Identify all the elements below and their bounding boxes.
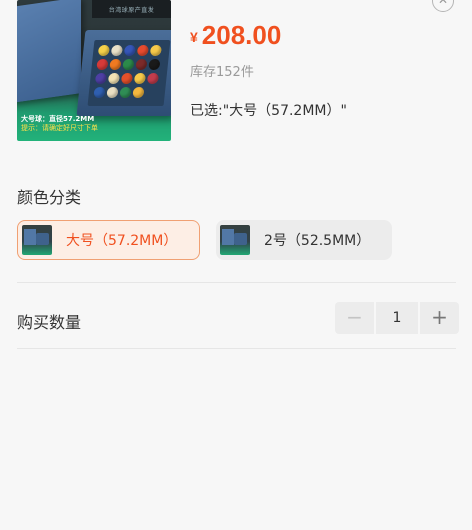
image-caption-line2: 提示：请确定好尺寸下单 bbox=[21, 124, 98, 132]
ball-icon bbox=[93, 87, 106, 98]
divider bbox=[17, 348, 456, 349]
close-icon[interactable]: ✕ bbox=[432, 0, 454, 12]
variant-option-large[interactable]: 大号（57.2MM） bbox=[17, 220, 200, 260]
variant-thumbnail bbox=[220, 225, 250, 255]
variant-thumbnail bbox=[22, 225, 52, 255]
divider bbox=[17, 282, 456, 283]
price: ¥208.00 bbox=[190, 20, 281, 51]
color-section-title: 颜色分类 bbox=[17, 188, 82, 207]
ball-icon bbox=[119, 87, 132, 98]
ball-icon bbox=[109, 59, 122, 70]
price-amount: 208.00 bbox=[201, 20, 282, 50]
ball-icon bbox=[132, 87, 145, 98]
ball-icon bbox=[120, 73, 133, 84]
ball-icon bbox=[146, 73, 159, 84]
ball-icon bbox=[148, 59, 161, 70]
ball-icon bbox=[123, 45, 136, 56]
ball-icon bbox=[136, 45, 149, 56]
ball-icon bbox=[135, 59, 148, 70]
quantity-stepper: − 1 + bbox=[335, 302, 459, 334]
ball-tray-inner bbox=[87, 40, 171, 106]
variant-option-label: 2号（52.5MM） bbox=[264, 233, 371, 249]
ball-icon bbox=[94, 73, 107, 84]
ball-icon bbox=[96, 59, 109, 70]
selected-variant-text: 已选:"大号（57.2MM）" bbox=[190, 103, 347, 119]
quantity-value[interactable]: 1 bbox=[376, 302, 418, 334]
image-caption-line1: 大号球：直径57.2MM bbox=[21, 115, 95, 123]
stock-count: 库存152件 bbox=[190, 65, 254, 80]
box-lid-graphic bbox=[17, 0, 81, 103]
image-banner-text: 台湾球原产直发 bbox=[108, 7, 155, 14]
price-currency: ¥ bbox=[190, 29, 198, 45]
sku-selector-sheet: 台湾球原产直发 大号球：直径57.2MM 提示：请确定好尺寸下单 ¥ 208.0… bbox=[0, 0, 472, 530]
variant-option-size-2[interactable]: 2号（52.5MM） bbox=[216, 220, 392, 260]
image-banner: 台湾球原产直发 bbox=[92, 0, 171, 18]
ball-icon bbox=[110, 45, 123, 56]
increase-quantity-button[interactable]: + bbox=[420, 302, 459, 334]
ball-icon bbox=[122, 59, 135, 70]
decrease-quantity-button[interactable]: − bbox=[335, 302, 374, 334]
product-thumbnail: 台湾球原产直发 大号球：直径57.2MM 提示：请确定好尺寸下单 bbox=[17, 0, 171, 141]
image-caption: 大号球：直径57.2MM 提示：请确定好尺寸下单 bbox=[21, 115, 125, 133]
ball-icon bbox=[133, 73, 146, 84]
ball-icon bbox=[97, 45, 110, 56]
ball-icon bbox=[106, 87, 119, 98]
ball-tray-graphic bbox=[76, 30, 171, 116]
ball-icon bbox=[107, 73, 120, 84]
variant-option-label: 大号（57.2MM） bbox=[66, 233, 178, 249]
quantity-section-title: 购买数量 bbox=[17, 313, 82, 332]
ball-icon bbox=[149, 45, 162, 56]
